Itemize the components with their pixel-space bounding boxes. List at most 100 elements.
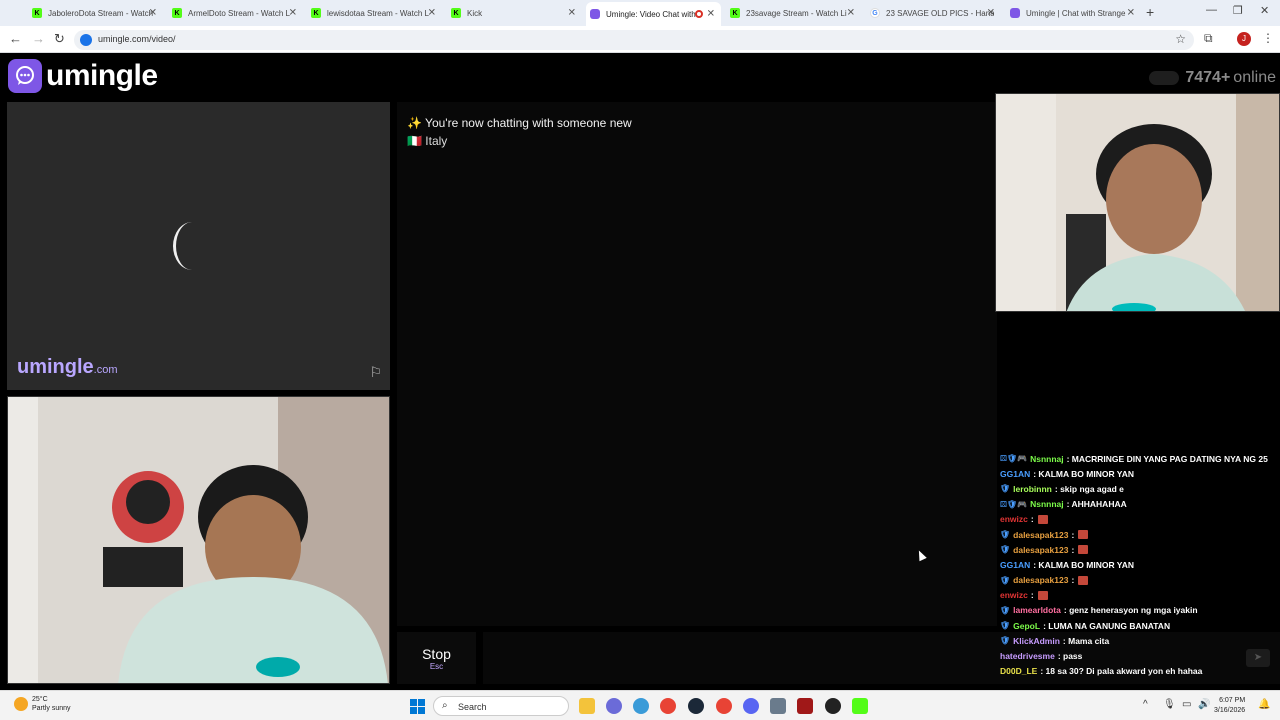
browser-tab[interactable]: K 23savage Stream - Watch Li ✕ (726, 4, 861, 22)
online-label: online (1233, 69, 1276, 86)
close-tab-icon[interactable]: ✕ (428, 8, 436, 19)
bookmark-star-icon[interactable]: ☆ (1175, 32, 1186, 46)
dota-icon[interactable] (797, 698, 813, 714)
tab-title: 23 SAVAGE OLD PICS - Hana (886, 8, 994, 18)
back-icon[interactable]: ← (9, 31, 22, 46)
chat-username[interactable]: dalesapak123 (1013, 575, 1068, 585)
chrome-active-icon[interactable] (716, 698, 732, 714)
clock[interactable]: 6:07 PM 3/16/2026 (1214, 696, 1245, 716)
edge-icon[interactable] (633, 698, 649, 714)
clock-date: 3/16/2026 (1214, 707, 1246, 714)
extensions-icon[interactable]: ⧉ (1204, 31, 1213, 46)
windows-start-icon[interactable] (410, 699, 425, 714)
chat-username[interactable]: GepoL (1013, 621, 1040, 631)
chat-text: : KALMA BO MINOR YAN (1033, 559, 1134, 570)
volume-icon[interactable]: 🔊 (1198, 699, 1210, 710)
notifications-icon[interactable]: 🔔 (1258, 699, 1270, 710)
profile-avatar[interactable]: J (1237, 32, 1251, 46)
close-tab-icon[interactable]: ✕ (1127, 8, 1135, 19)
forward-icon[interactable]: → (32, 31, 45, 46)
notepad-icon[interactable] (770, 698, 786, 714)
tray-chevron-icon[interactable]: ^ (1143, 699, 1148, 710)
stream-chat-message: hatedrivesme: pass (1000, 648, 1280, 663)
new-tab-button[interactable]: + (1146, 4, 1154, 20)
chat-username[interactable]: KlickAdmin (1013, 636, 1060, 646)
menu-icon[interactable]: ⋮ (1262, 31, 1274, 45)
network-icon[interactable]: ▭ (1182, 699, 1191, 710)
tab-title: Umingle | Chat with Strange (1026, 8, 1126, 18)
microphone-icon[interactable]: 🎙 (1163, 699, 1176, 710)
chat-username[interactable]: dalesapak123 (1013, 545, 1068, 555)
url-text: umingle.com/video/ (98, 34, 176, 44)
watermark-text: umingle (17, 356, 94, 378)
discord-icon[interactable] (743, 698, 759, 714)
google-favicon-icon: G (870, 8, 880, 18)
reload-icon[interactable]: ↻ (54, 31, 65, 47)
chat-username[interactable]: lamearldota (1013, 605, 1061, 615)
chat-username[interactable]: hatedrivesme (1000, 651, 1055, 661)
chat-username[interactable]: D00D_LE (1000, 666, 1037, 676)
chat-text: : pass (1057, 651, 1083, 662)
tab-title: JaboleroDota Stream - Watch (48, 8, 154, 18)
stop-button[interactable]: Stop Esc (397, 632, 476, 684)
close-tab-icon[interactable]: ✕ (289, 8, 297, 19)
chat-log: ✨ You're now chatting with someone new 🇮… (397, 102, 997, 626)
browser-tab[interactable]: Umingle | Chat with Strange ✕ (1006, 4, 1141, 22)
taskbar: 25°C Partly sunny ⌕ Search ^ 🎙 ▭ 🔊 6:07 … (0, 690, 1280, 720)
kick-favicon-icon: K (311, 8, 321, 18)
close-tab-icon[interactable]: ✕ (568, 8, 576, 19)
browser-tab-strip: + — ❐ ✕ K JaboleroDota Stream - Watch ✕ K Ar… (0, 0, 1280, 26)
user-badges-icon: ⚄🛡🎮 (1000, 454, 1028, 464)
copilot-icon[interactable] (606, 698, 622, 714)
close-tab-icon[interactable]: ✕ (149, 8, 157, 19)
stream-chat-message: enwizc: (1000, 588, 1280, 603)
obs-icon[interactable] (825, 698, 841, 714)
chat-text: : (1030, 514, 1034, 525)
minimize-icon[interactable]: — (1206, 4, 1217, 16)
file-explorer-icon[interactable] (579, 698, 595, 714)
close-tab-icon[interactable]: ✕ (847, 8, 855, 19)
site-info-icon[interactable] (80, 34, 92, 46)
report-flag-icon[interactable]: ⚐ (369, 364, 382, 381)
theme-toggle[interactable] (1149, 71, 1180, 85)
browser-tab[interactable]: G 23 SAVAGE OLD PICS - Hana ✕ (866, 4, 1001, 22)
chrome-icon[interactable] (660, 698, 676, 714)
stream-chat-message: ⚄🛡🎮 Nsnnnaj: AHHAHAHAA (1000, 497, 1280, 512)
chat-username[interactable]: Nsnnnaj (1030, 454, 1064, 464)
close-tab-icon[interactable]: ✕ (987, 8, 995, 19)
chat-text: : (1030, 590, 1034, 601)
weather-temp: 25°C (32, 696, 48, 703)
maximize-icon[interactable]: ❐ (1233, 4, 1243, 17)
kick-favicon-icon: K (32, 8, 42, 18)
chat-username[interactable]: lerobinnn (1013, 484, 1052, 494)
kick-app-icon[interactable] (852, 698, 868, 714)
loading-spinner-icon (173, 222, 211, 270)
chat-username[interactable]: enwizc (1000, 514, 1028, 524)
chat-username[interactable]: GG1AN (1000, 469, 1030, 479)
chat-username[interactable]: dalesapak123 (1013, 530, 1068, 540)
stop-label: Stop (422, 646, 451, 662)
steam-icon[interactable] (688, 698, 704, 714)
self-camera-video (7, 396, 390, 684)
chat-text: : (1071, 544, 1075, 555)
chat-username[interactable]: GG1AN (1000, 560, 1030, 570)
stream-chat-message: enwizc: (1000, 512, 1280, 527)
browser-tab[interactable]: K JaboleroDota Stream - Watch ✕ (28, 4, 163, 22)
browser-tab[interactable]: Klewisdotaa Stream - Watch L ✕ (307, 4, 442, 22)
umingle-logo[interactable]: umingle (8, 59, 158, 93)
browser-tab[interactable]: K ArmelDoto Stream - Watch L ✕ (168, 4, 303, 22)
browser-tab[interactable]: Umingle: Video Chat with ✕ (586, 2, 721, 26)
chat-username[interactable]: Nsnnnaj (1030, 499, 1064, 509)
close-window-icon[interactable]: ✕ (1260, 4, 1269, 17)
chat-username[interactable]: enwizc (1000, 590, 1028, 600)
browser-tab[interactable]: K Kick ✕ (447, 4, 582, 22)
close-tab-icon[interactable]: ✕ (707, 9, 715, 20)
stream-chat-overlay: ⚄🛡🎮 Nsnnnaj: MACRRINGE DIN YANG PAG DATIN… (1000, 451, 1280, 691)
url-field[interactable]: umingle.com/video/ ☆ (74, 30, 1194, 50)
stream-chat-message: 🛡 dalesapak123: (1000, 542, 1280, 557)
tab-title: lewisdotaa Stream - Watch L (327, 8, 429, 18)
address-bar-row: ← → ↻ umingle.com/video/ ☆ ⧉ ⋮ (0, 26, 1280, 53)
weather-widget[interactable]: 25°C Partly sunny (14, 695, 71, 713)
taskbar-search[interactable]: ⌕ Search (433, 696, 569, 716)
stream-chat-message: D00D_LE: 18 sa 30? Di pala akward yon eh… (1000, 664, 1280, 679)
